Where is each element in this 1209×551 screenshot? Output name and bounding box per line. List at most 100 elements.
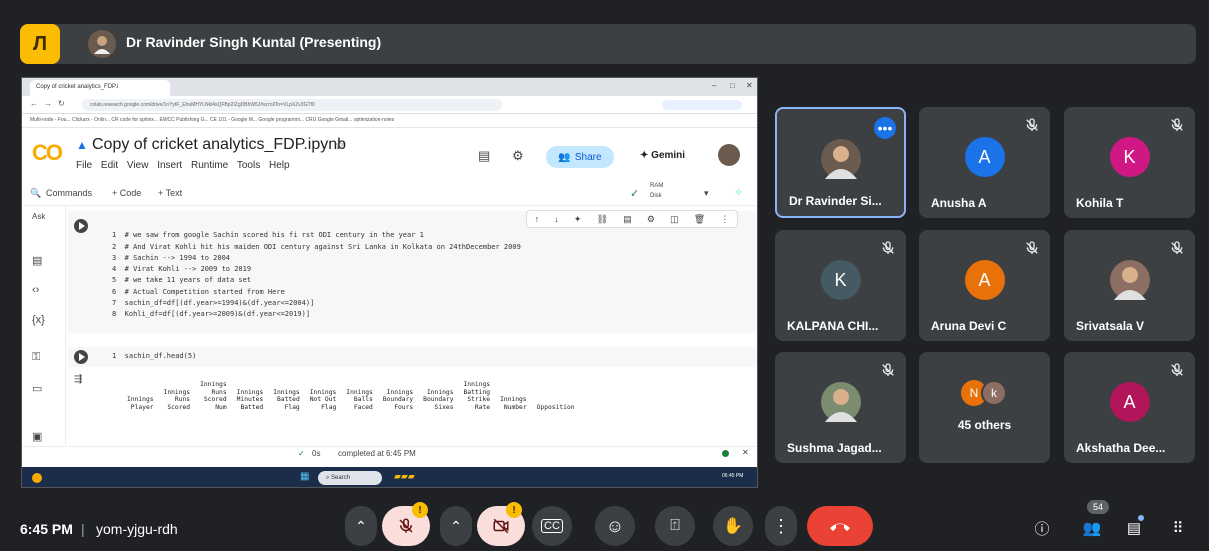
participant-tile[interactable]: Dr Ravinder Si... ••• <box>775 107 906 218</box>
people-icon: 👥 <box>558 151 571 163</box>
participant-name: Kohila T <box>1076 196 1124 210</box>
maximize-icon[interactable]: □ <box>730 81 735 90</box>
menu-file[interactable]: File <box>76 160 92 171</box>
participant-avatar: A <box>964 137 1005 177</box>
code-cell-source[interactable]: 1 # we saw from google Sachin scored his… <box>112 219 521 343</box>
info-icon[interactable]: ⓘ <box>1032 518 1052 538</box>
more-options-icon[interactable]: ⋮ <box>720 214 729 225</box>
video-options-chevron[interactable]: ⌃ <box>440 506 472 546</box>
code-cell-head[interactable]: 1 sachin_df.head(5) <box>68 347 757 367</box>
participant-photo <box>820 139 861 179</box>
present-button[interactable]: ⍐ <box>655 506 695 546</box>
move-down-icon[interactable]: ↓ <box>554 214 559 224</box>
menu-help[interactable]: Help <box>269 160 290 171</box>
menu-edit[interactable]: Edit <box>101 160 118 171</box>
dataframe-column-header: Innings Runs Scored Num <box>195 381 232 411</box>
column-header-word: Flag <box>284 403 300 411</box>
move-up-icon[interactable]: ↑ <box>535 214 540 224</box>
variables-icon[interactable]: {x} <box>32 314 45 326</box>
menu-runtime[interactable]: Runtime <box>191 160 228 171</box>
participant-tile[interactable]: A Akshatha Dee... <box>1064 352 1195 463</box>
browser-tab[interactable]: Copy of cricket analytics_FDP.i <box>30 80 170 96</box>
leave-call-button[interactable] <box>807 506 873 546</box>
participant-avatar: A <box>964 260 1005 300</box>
menu-tools[interactable]: Tools <box>237 160 260 171</box>
participant-photo <box>820 382 861 422</box>
code-cell-source[interactable]: 1 sachin_df.head(5) <box>112 351 196 362</box>
output-icon[interactable]: ⇶ <box>74 374 82 385</box>
taskbar-apps-icon[interactable]: ▰▰▰ <box>394 471 415 482</box>
minimize-icon[interactable]: – <box>712 81 716 90</box>
secrets-key-icon[interactable]: ⚿ <box>32 351 40 364</box>
participant-tile[interactable]: K KALPANA CHI... <box>775 230 906 341</box>
bookmarks-bar: Multi-node - Fou... Clickarx - Onlin... … <box>22 114 757 128</box>
forward-icon[interactable]: → <box>44 99 52 108</box>
comment-icon[interactable]: ▤ <box>478 148 490 164</box>
people-button[interactable]: 👥 <box>1082 518 1102 538</box>
close-window-icon[interactable]: ✕ <box>746 81 753 90</box>
participant-tile[interactable]: Srivatsala V <box>1064 230 1195 341</box>
files-folder-icon[interactable]: ▭ <box>32 382 42 395</box>
menu-insert[interactable]: Insert <box>157 160 182 171</box>
terminal-icon[interactable]: ▣ <box>32 430 42 443</box>
reactions-button[interactable]: ☺ <box>595 506 635 546</box>
add-text-button[interactable]: + Text <box>158 188 182 198</box>
search-icon[interactable]: 🔍 <box>30 188 41 199</box>
close-status-icon[interactable]: ✕ <box>742 448 749 457</box>
commands-button[interactable]: Commands <box>46 188 92 198</box>
mic-muted-icon <box>1026 118 1038 131</box>
share-button[interactable]: 👥 Share <box>546 146 614 168</box>
participant-tile[interactable]: A Aruna Devi C <box>919 230 1050 341</box>
activities-grid-icon[interactable]: ⠿ <box>1168 518 1188 538</box>
column-header-word: Innings <box>386 388 414 396</box>
column-header-word: Innings <box>273 388 300 396</box>
participant-tile[interactable]: K Kohila T <box>1064 107 1195 218</box>
notebook-title[interactable]: Copy of cricket analytics_FDP.ipynb <box>92 136 346 154</box>
comment-cell-icon[interactable]: ▤ <box>623 214 632 225</box>
participant-name: Akshatha Dee... <box>1076 441 1166 455</box>
add-code-button[interactable]: + Code <box>112 188 141 198</box>
dataframe-column-header: Innings Batted Flag <box>268 381 305 411</box>
mirror-cell-icon[interactable]: ◫ <box>670 214 679 225</box>
gemini-cell-icon[interactable]: ✦ <box>574 214 582 225</box>
taskbar-search[interactable]: ⌕ Search <box>318 471 382 485</box>
participant-tile[interactable]: Nk 45 others <box>919 352 1050 463</box>
disk-label[interactable]: Disk <box>650 193 662 199</box>
audio-options-chevron[interactable]: ⌃ <box>345 506 377 546</box>
presenter-avatar <box>88 30 116 58</box>
chrome-update-pill[interactable] <box>662 100 742 110</box>
gemini-spark-icon[interactable]: ✧ <box>734 186 743 199</box>
menu-view[interactable]: View <box>127 160 149 171</box>
star-icon[interactable]: ☆ <box>334 137 346 153</box>
captions-button[interactable]: CC <box>532 506 572 546</box>
windows-start-icon[interactable]: ▦ <box>300 471 309 482</box>
weather-icon[interactable] <box>32 473 42 483</box>
cell-settings-icon[interactable]: ⚙ <box>647 214 655 225</box>
participant-tile[interactable]: Sushma Jagad... <box>775 352 906 463</box>
more-options-button[interactable]: ⋮ <box>765 506 797 546</box>
column-header-word: Num <box>215 403 227 411</box>
runtime-dropdown-icon[interactable]: ▾ <box>704 188 709 199</box>
run-cell-button[interactable] <box>74 350 88 364</box>
reload-icon[interactable]: ↻ <box>58 99 65 108</box>
chat-icon[interactable]: ▤ <box>1124 518 1144 538</box>
dataframe-column-header: Innings Boundary Fours <box>378 381 418 411</box>
table-of-contents-icon[interactable]: ▤ <box>32 254 42 267</box>
taskbar-clock: 06:45 PM <box>722 473 744 479</box>
code-snippets-icon[interactable]: ‹› <box>32 284 39 296</box>
gemini-button[interactable]: ✦ Gemini <box>640 150 685 161</box>
code-cell[interactable]: 1 # we saw from google Sachin scored his… <box>68 211 757 333</box>
status-dot <box>722 450 729 457</box>
raise-hand-button[interactable]: ✋ <box>713 506 753 546</box>
account-avatar[interactable] <box>718 144 740 166</box>
back-icon[interactable]: ← <box>30 99 38 108</box>
address-bar[interactable]: colab.research.google.com/drive/1nYytF_E… <box>82 99 502 111</box>
tile-options-button[interactable]: ••• <box>874 117 896 139</box>
run-cell-button[interactable] <box>74 219 88 233</box>
meeting-code: yom-yjgu-rdh <box>96 521 178 537</box>
settings-icon[interactable]: ⚙ <box>512 148 524 164</box>
link-icon[interactable]: ⛓ <box>597 214 608 225</box>
delete-cell-icon[interactable]: 🗑 <box>694 214 705 225</box>
ask-gemini-icon[interactable]: Ask <box>32 212 45 221</box>
participant-tile[interactable]: A Anusha A <box>919 107 1050 218</box>
